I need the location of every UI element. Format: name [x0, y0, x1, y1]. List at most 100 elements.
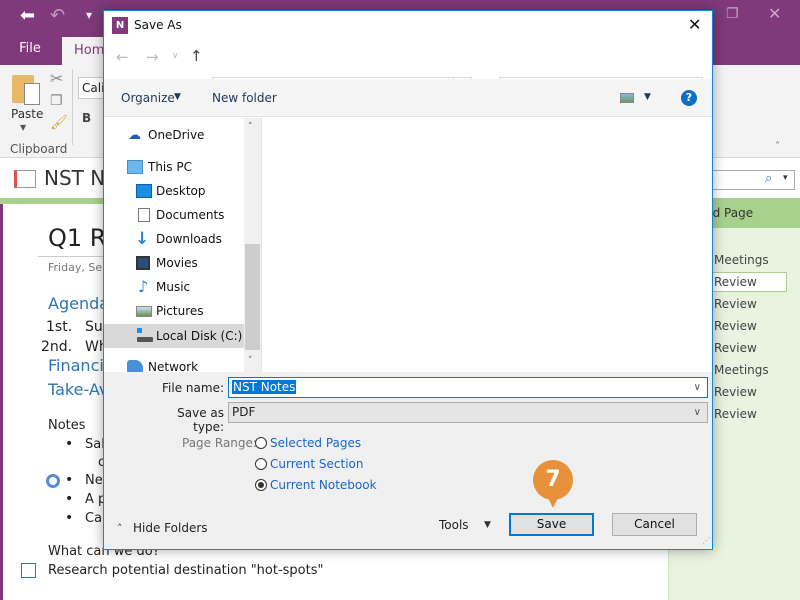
page-list-item[interactable]: Review — [714, 385, 757, 399]
bullet: • — [65, 472, 74, 488]
tree-item-pictures[interactable]: Pictures — [104, 300, 244, 322]
page-list-item[interactable]: Review — [714, 297, 757, 311]
tree-item-local-disk[interactable]: Local Disk (C:) — [104, 324, 244, 348]
heading-financials[interactable]: Financi — [48, 356, 104, 375]
page-list-item[interactable]: Review — [714, 341, 757, 355]
paste-button[interactable]: Paste — [11, 107, 43, 121]
hide-folders-button[interactable]: Hide Folders — [133, 521, 208, 535]
desktop-icon — [136, 184, 152, 198]
hide-folders-chevron-icon[interactable]: ˄ — [117, 522, 123, 535]
save-as-type-dropdown-icon[interactable]: ∨ — [694, 403, 701, 422]
bold-button[interactable]: B — [82, 111, 91, 125]
cancel-button[interactable]: Cancel — [612, 513, 697, 536]
tree-item-this-pc[interactable]: This PC — [104, 156, 244, 178]
tree-item-desktop[interactable]: Desktop — [104, 180, 244, 202]
back-arrow-icon[interactable]: ← — [116, 48, 129, 66]
forward-arrow-icon[interactable]: → — [146, 48, 159, 66]
scroll-up-icon[interactable]: ˄ — [248, 122, 253, 132]
tree-item-onedrive[interactable]: ☁ OneDrive — [104, 124, 244, 146]
page-list-item[interactable]: Review — [714, 407, 757, 421]
computer-icon — [127, 160, 143, 174]
clipboard-group-label: Clipboard — [10, 142, 68, 156]
tree-item-music[interactable]: ♪ Music — [104, 276, 244, 298]
save-as-type-select[interactable]: PDF ∨ — [228, 402, 708, 423]
radio-selected-pages[interactable] — [255, 437, 267, 449]
file-name-input[interactable]: NST Notes ∨ — [228, 377, 708, 398]
organize-button[interactable]: Organize — [121, 91, 175, 105]
folder-tree: ☁ OneDrive This PC Desktop Documents ↓ D… — [104, 118, 244, 374]
bullet: • — [65, 491, 74, 507]
copy-icon[interactable]: ❐ — [50, 93, 63, 109]
notes-heading[interactable]: Notes — [48, 418, 86, 433]
tree-item-movies[interactable]: Movies — [104, 252, 244, 274]
paste-dropdown-icon[interactable]: ▼ — [20, 123, 26, 132]
heading-takeaways[interactable]: Take-Av — [48, 380, 108, 399]
selection-marker-icon[interactable] — [46, 474, 60, 488]
windows-logo-icon — [137, 328, 142, 333]
tools-button[interactable]: Tools — [439, 518, 469, 532]
tree-item-label: This PC — [148, 160, 192, 174]
organize-dropdown-icon[interactable]: ▼ — [174, 92, 181, 102]
page-list-item[interactable]: Meetings — [714, 253, 769, 267]
notebook-icon[interactable] — [14, 170, 36, 188]
up-arrow-icon[interactable]: ↑ — [190, 47, 203, 65]
cut-icon[interactable]: ✂ — [50, 69, 63, 88]
bullet: • — [65, 510, 74, 526]
save-as-dialog: N Save As ✕ ← → ∨ ↑ « Kayla Claypool › D… — [103, 10, 713, 550]
page-list-item[interactable]: Review — [714, 275, 757, 289]
title-underline — [38, 256, 108, 257]
change-view-icon[interactable] — [620, 93, 634, 103]
folder-tree-scrollbar[interactable]: ˄ ˅ — [244, 118, 261, 372]
save-button[interactable]: Save — [509, 513, 594, 536]
tree-item-label: Pictures — [156, 304, 204, 318]
tab-file[interactable]: File — [0, 33, 60, 65]
back-icon[interactable]: ⬅ — [20, 5, 35, 26]
file-list[interactable] — [261, 118, 712, 372]
file-name-dropdown-icon[interactable]: ∨ — [694, 378, 701, 397]
page-list-item[interactable]: Meetings — [714, 363, 769, 377]
documents-icon — [138, 208, 150, 222]
close-app-icon[interactable]: ✕ — [768, 4, 781, 23]
search-scope-dropdown-icon[interactable]: ▾ — [783, 173, 788, 183]
ribbon-divider — [72, 69, 73, 145]
scrollbar-thumb[interactable] — [245, 244, 260, 350]
restore-icon[interactable]: ❐ — [726, 6, 739, 22]
format-painter-icon[interactable]: 🖌 — [50, 115, 68, 131]
tree-item-label: Music — [156, 280, 191, 294]
collapse-ribbon-icon[interactable]: ˄ — [775, 141, 780, 152]
radio-label[interactable]: Current Notebook — [270, 478, 377, 492]
radio-current-notebook[interactable] — [255, 479, 267, 491]
tree-item-label: Movies — [156, 256, 198, 270]
new-folder-button[interactable]: New folder — [212, 91, 277, 105]
page-range-label: Page Range: — [182, 436, 257, 450]
music-note-icon: ♪ — [138, 277, 149, 296]
recent-locations-icon[interactable]: ∨ — [172, 51, 179, 61]
tree-item-downloads[interactable]: ↓ Downloads — [104, 228, 244, 250]
tools-dropdown-icon[interactable]: ▼ — [484, 520, 491, 530]
dialog-titlebar[interactable]: N Save As ✕ — [104, 11, 712, 41]
quick-access-dropdown-icon[interactable]: ▾ — [86, 8, 92, 22]
todo-checkbox[interactable] — [21, 563, 36, 578]
radio-current-section[interactable] — [255, 458, 267, 470]
radio-label[interactable]: Current Section — [270, 457, 363, 471]
tree-item-documents[interactable]: Documents — [104, 204, 244, 226]
search-notebook-input[interactable]: ⌕ ▾ — [712, 170, 795, 190]
help-icon[interactable]: ? — [681, 90, 697, 106]
resize-grip-icon[interactable]: ⋰ — [702, 536, 710, 545]
tree-item-label: OneDrive — [148, 128, 205, 142]
page-list-item[interactable]: Review — [714, 319, 757, 333]
close-dialog-button[interactable]: ✕ — [688, 15, 701, 34]
bullet-text[interactable]: Sal — [85, 437, 105, 452]
file-name-value: NST Notes — [232, 380, 297, 394]
radio-label[interactable]: Selected Pages — [270, 436, 361, 450]
todo-text[interactable]: Research potential destination "hot-spot… — [48, 563, 323, 578]
undo-icon[interactable]: ↶ — [50, 5, 65, 26]
scroll-down-icon[interactable]: ˅ — [248, 356, 253, 366]
onenote-logo-icon: N — [112, 17, 128, 34]
step-callout-badge: 7 — [533, 460, 573, 500]
tree-item-label: Desktop — [156, 184, 206, 198]
view-dropdown-icon[interactable]: ▼ — [644, 92, 651, 102]
heading-agenda[interactable]: Agenda — [48, 294, 109, 313]
film-icon — [136, 256, 150, 270]
page-date: Friday, Sep — [48, 261, 110, 274]
